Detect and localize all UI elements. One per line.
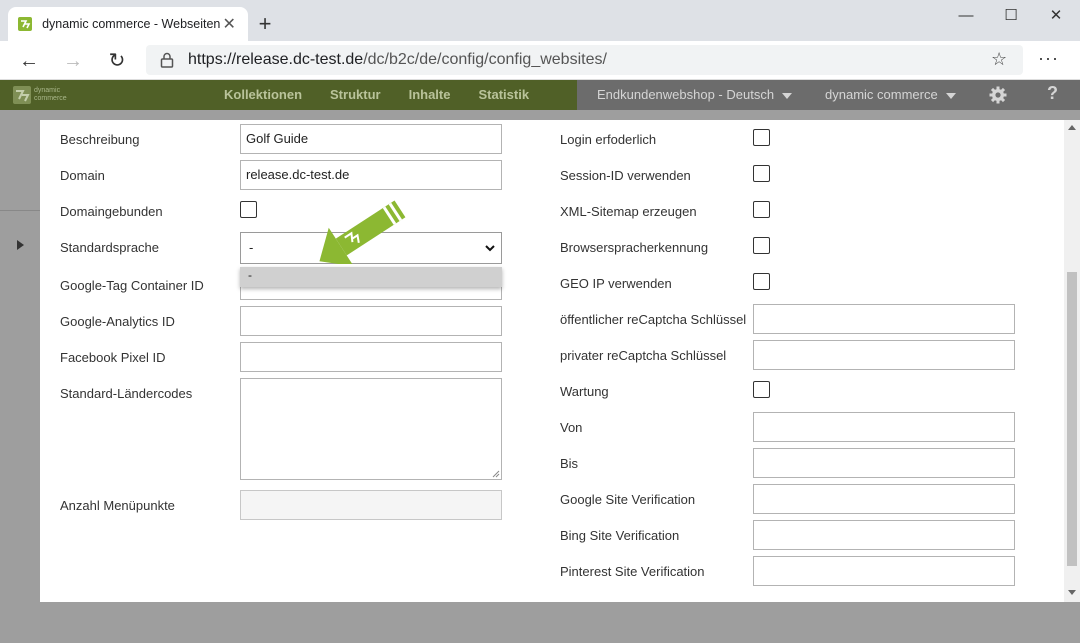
lock-icon [160,52,174,68]
annotation-arrow-icon [319,200,406,264]
browser-tab[interactable]: dynamic commerce - Webseiten ✕ [8,7,248,41]
description-input[interactable]: Golf Guide [240,124,502,154]
xml-sitemap-label: XML-Sitemap erzeugen [560,204,697,219]
shop-selector-dropdown[interactable]: Endkundenwebshop - Deutsch [597,80,793,110]
new-tab-button[interactable]: + [252,11,278,37]
pinterest-verification-label: Pinterest Site Verification [560,564,705,579]
facebook-pixel-label: Facebook Pixel ID [60,350,166,365]
from-label: Von [560,420,583,435]
xml-sitemap-checkbox[interactable] [753,201,770,218]
google-verification-input[interactable] [753,484,1015,514]
domain-bound-checkbox[interactable] [240,201,257,218]
maintenance-label: Wartung [560,384,609,399]
default-language-value: - [249,240,254,255]
modal-scrollbar[interactable] [1064,120,1080,602]
geo-ip-checkbox[interactable] [753,273,770,290]
nav-link-struktur[interactable]: Struktur [316,80,395,110]
more-menu-icon[interactable]: ··· [1038,48,1059,69]
logo-line-1: dynamic [34,87,61,94]
website-settings-modal: Beschreibung Golf Guide Domain release.d… [40,120,1064,602]
to-input[interactable] [753,448,1015,478]
tree-expand-icon [17,240,24,250]
tab-close-icon[interactable]: ✕ [220,14,238,34]
tab-title: dynamic commerce - Webseiten [42,17,221,31]
google-analytics-label: Google-Analytics ID [60,314,175,329]
shop-selector-label: Endkundenwebshop - Deutsch [597,87,775,102]
browser-language-checkbox[interactable] [753,237,770,254]
maintenance-checkbox[interactable] [753,381,770,398]
forward-button[interactable]: → [58,46,88,76]
nav-link-kollektionen[interactable]: Kollektionen [210,80,316,110]
url-path: /dc/b2c/de/config/config_websites/ [363,51,607,68]
url-host: https://release.dc-test.de [188,51,364,68]
chevron-down-icon [485,245,495,252]
menu-count-input [240,490,502,520]
recaptcha-public-label: öffentlicher reCaptcha Schlüssel [560,312,747,327]
company-selector-label: dynamic commerce [825,87,938,102]
session-id-label: Session-ID verwenden [560,168,691,183]
favorite-star-icon[interactable]: ☆ [991,49,1007,70]
recaptcha-private-label: privater reCaptcha Schlüssel [560,348,727,363]
caret-down-icon [782,92,793,99]
minimize-button[interactable]: — [943,3,989,29]
logo-line-2: commerce [34,95,67,102]
country-codes-label: Standard-Ländercodes [60,386,193,401]
back-button[interactable]: ← [14,46,44,76]
bing-verification-input[interactable] [753,520,1015,550]
domain-label: Domain [60,168,105,183]
dynamic-commerce-favicon-icon [18,16,33,32]
nav-link-statistik[interactable]: Statistik [464,80,543,110]
close-window-button[interactable]: ✕ [1033,3,1079,29]
help-icon[interactable]: ? [1047,83,1058,104]
login-required-label: Login erfoderlich [560,132,657,147]
login-required-checkbox[interactable] [753,129,770,146]
menu-count-label: Anzahl Menüpunkte [60,498,175,513]
gtm-container-label: Google-Tag Container ID [60,278,204,293]
from-input[interactable] [753,412,1015,442]
nav-link-inhalte[interactable]: Inhalte [395,80,465,110]
scrollbar-thumb[interactable] [1067,272,1077,566]
google-analytics-input[interactable] [240,306,502,336]
scroll-up-icon[interactable] [1068,125,1076,130]
to-label: Bis [560,456,579,471]
address-bar[interactable]: https://release.dc-test.de/dc/b2c/de/con… [146,45,1023,75]
dynamic-commerce-logo[interactable]: dynamic commerce [13,86,67,104]
bing-verification-label: Bing Site Verification [560,528,680,543]
domain-input[interactable]: release.dc-test.de [240,160,502,190]
browser-toolbar: ← → ↻ https://release.dc-test.de/dc/b2c/… [0,41,1080,80]
language-dropdown-list: - [240,267,502,287]
nav-right-panel: Endkundenwebshop - Deutsch dynamic comme… [577,80,1080,110]
language-option[interactable]: - [240,267,502,283]
browser-language-label: Browserspracherkennung [560,240,709,255]
reload-button[interactable]: ↻ [102,46,132,76]
maximize-button[interactable]: ☐ [988,3,1034,29]
google-verification-label: Google Site Verification [560,492,696,507]
browser-tab-strip: dynamic commerce - Webseiten ✕ + — ☐ ✕ [0,0,1080,41]
recaptcha-private-input[interactable] [753,340,1015,370]
session-id-checkbox[interactable] [753,165,770,182]
app-top-nav: dynamic commerce Kollektionen Struktur I… [0,80,1080,110]
resize-handle-icon[interactable] [492,470,500,478]
country-codes-textarea[interactable] [240,378,502,480]
description-label: Beschreibung [60,132,140,147]
caret-down-icon [945,92,956,99]
facebook-pixel-input[interactable] [240,342,502,372]
gear-icon[interactable] [989,86,1007,104]
pinterest-verification-input[interactable] [753,556,1015,586]
recaptcha-public-input[interactable] [753,304,1015,334]
logo-mark-icon [13,86,31,104]
company-selector-dropdown[interactable]: dynamic commerce [825,80,956,110]
geo-ip-label: GEO IP verwenden [560,276,672,291]
scroll-down-icon[interactable] [1068,590,1076,595]
domain-bound-label: Domaingebunden [60,204,163,219]
default-language-label: Standardsprache [60,240,160,255]
